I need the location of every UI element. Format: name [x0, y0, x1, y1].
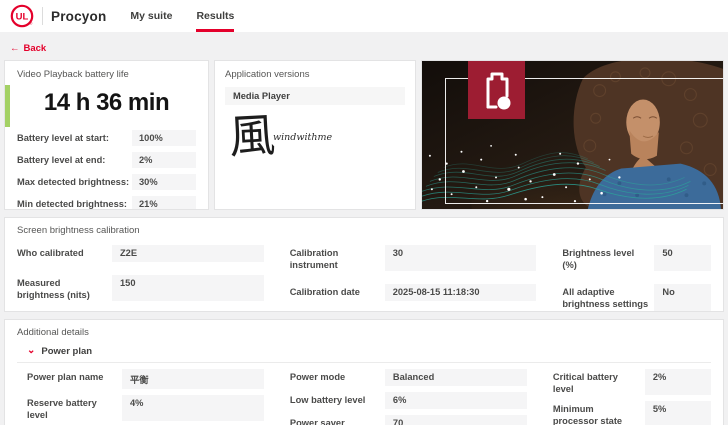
media-player-row[interactable]: Media Player: [225, 87, 405, 105]
field-label: Low battery level: [290, 392, 385, 409]
field-value: 6%: [385, 392, 527, 409]
wind-calligraphy-glyph: 風: [228, 112, 276, 160]
field-label: Power saver display brightness: [290, 415, 385, 425]
power-plan-field: Power plan name 平衡: [27, 369, 264, 389]
back-label: Back: [24, 43, 47, 54]
svg-text:UL: UL: [16, 12, 29, 23]
power-plan-field: Power mode Balanced: [290, 369, 527, 386]
calibration-field: Calibration instrument 30: [290, 245, 537, 271]
ul-logo: UL ®: [10, 4, 34, 28]
calibration-field: Who calibrated Z2E: [17, 245, 264, 262]
field-label: Power plan name: [27, 369, 122, 389]
green-accent-bar: [5, 85, 10, 127]
field-label: Battery level at start:: [17, 133, 132, 143]
main-nav: My suite Results: [130, 0, 258, 32]
field-label: All adaptive brightness settings were di…: [562, 284, 654, 312]
field-value: 2%: [645, 369, 711, 395]
battery-field-row: Battery level at start: 100%: [17, 130, 196, 146]
field-value: 4%: [122, 395, 264, 421]
battery-life-card: Video Playback battery life 14 h 36 min …: [4, 60, 209, 210]
power-plan-field: Critical battery level 2%: [553, 369, 711, 395]
calibration-title: Screen brightness calibration: [17, 225, 711, 236]
hero-image: [421, 60, 724, 210]
field-label: Minimum processor state: [553, 401, 645, 425]
back-arrow-icon: ←: [10, 43, 20, 54]
battery-life-icon: [480, 70, 514, 110]
logo-divider: [42, 7, 43, 25]
watermark-text: windwithme: [273, 132, 332, 143]
calibration-field: Brightness level (%) 50: [562, 245, 711, 271]
ul-logo-icon: UL ®: [10, 4, 34, 28]
battery-field-row: Battery level at end: 2%: [17, 152, 196, 168]
app-versions-title: Application versions: [225, 69, 405, 80]
field-label: Who calibrated: [17, 245, 112, 262]
nav-my-suite[interactable]: My suite: [130, 0, 172, 32]
field-value: No: [654, 284, 711, 312]
field-value: 30: [385, 245, 537, 271]
calibration-field: Measured brightness (nits) 150: [17, 275, 264, 301]
screen-brightness-calibration-card: Screen brightness calibration Who calibr…: [4, 217, 724, 312]
svg-text:®: ®: [29, 20, 33, 26]
application-versions-card: Application versions Media Player 風windw…: [214, 60, 416, 210]
power-plan-header-label: Power plan: [41, 346, 92, 357]
back-button[interactable]: ← Back: [10, 43, 46, 54]
field-value: 50: [654, 245, 711, 271]
field-value: 30%: [132, 174, 196, 190]
power-plan-field: Low battery level 6%: [290, 392, 527, 409]
brand-title: Procyon: [51, 9, 106, 24]
battery-field-row: Min detected brightness: 21%: [17, 196, 196, 210]
field-value: 2%: [132, 152, 196, 168]
nav-results[interactable]: Results: [196, 0, 234, 32]
battery-card-title: Video Playback battery life: [17, 69, 196, 80]
calibration-field: Calibration date 2025-08-15 11:18:30: [290, 284, 537, 301]
additional-details-title: Additional details: [17, 327, 711, 338]
additional-details-card: Additional details ⌄ Power plan Power pl…: [4, 319, 724, 425]
field-value: Balanced: [385, 369, 527, 386]
back-bar: ← Back: [0, 32, 728, 60]
field-label: Battery level at end:: [17, 155, 132, 165]
battery-field-row: Max detected brightness: 30%: [17, 174, 196, 190]
field-value: 5%: [645, 401, 711, 425]
field-label: Critical battery level: [553, 369, 645, 395]
chevron-down-icon: ⌄: [27, 348, 35, 354]
field-value: 2025-08-15 11:18:30: [385, 284, 537, 301]
battery-test-badge: [468, 61, 525, 119]
power-plan-expander[interactable]: ⌄ Power plan: [17, 341, 711, 363]
field-label: Calibration instrument: [290, 245, 385, 271]
app-header: UL ® Procyon My suite Results: [0, 0, 728, 32]
field-value: 70: [385, 415, 527, 425]
field-label: Reserve battery level: [27, 395, 122, 421]
field-label: Power mode: [290, 369, 385, 386]
field-value: 21%: [132, 196, 196, 210]
field-label: Brightness level (%): [562, 245, 654, 271]
power-plan-field: Reserve battery level 4%: [27, 395, 264, 421]
power-plan-field: Minimum processor state 5%: [553, 401, 711, 425]
field-label: Calibration date: [290, 284, 385, 301]
field-label: Measured brightness (nits): [17, 275, 112, 301]
field-label: Max detected brightness:: [17, 177, 132, 187]
calibration-field: All adaptive brightness settings were di…: [562, 284, 711, 312]
field-value: 150: [112, 275, 264, 301]
power-plan-field: Power saver display brightness 70: [290, 415, 527, 425]
field-value: Z2E: [112, 245, 264, 262]
windwithme-watermark: 風windwithme: [229, 113, 332, 159]
battery-duration: 14 h 36 min: [17, 89, 196, 117]
field-value: 平衡: [122, 369, 264, 389]
field-label: Min detected brightness:: [17, 199, 132, 209]
field-value: 100%: [132, 130, 196, 146]
